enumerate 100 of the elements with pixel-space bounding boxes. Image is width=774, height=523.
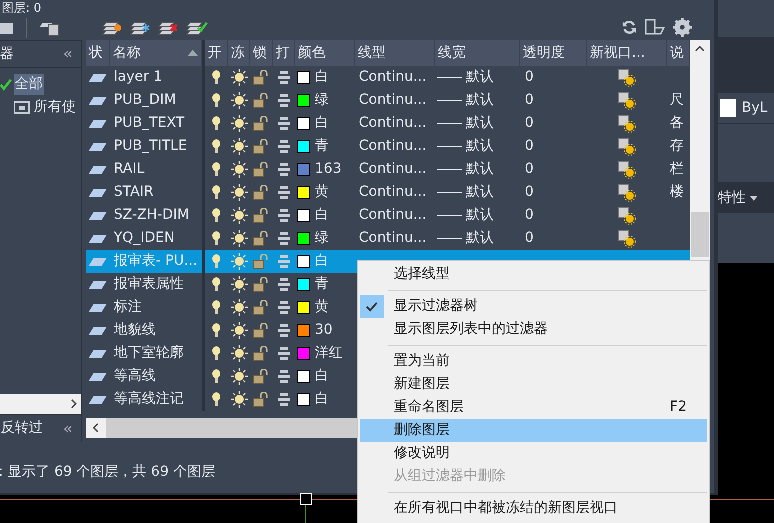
color-swatch[interactable] (297, 278, 310, 291)
printer-icon[interactable] (278, 71, 290, 84)
sun-icon[interactable] (230, 92, 248, 109)
color-swatch[interactable] (297, 117, 310, 130)
color-swatch[interactable] (297, 324, 310, 337)
lightbulb-icon[interactable] (212, 323, 221, 338)
printer-icon[interactable] (278, 347, 290, 360)
scroll-thumb[interactable] (691, 212, 709, 257)
sun-icon[interactable] (230, 368, 248, 385)
menu-item[interactable]: 选择线型 (360, 263, 707, 286)
color-swatch[interactable] (297, 347, 310, 360)
printer-icon[interactable] (278, 140, 290, 153)
open-padlock-icon[interactable] (253, 368, 270, 384)
menu-item[interactable]: 置为当前 (360, 350, 707, 373)
color-swatch[interactable] (297, 255, 310, 268)
viewport-sun-icon[interactable] (618, 184, 636, 202)
open-padlock-icon[interactable] (253, 392, 270, 408)
viewport-sun-icon[interactable] (618, 230, 636, 248)
lightbulb-icon[interactable] (212, 369, 221, 384)
column-header[interactable]: 开 (205, 40, 228, 66)
sun-icon[interactable] (230, 276, 248, 293)
printer-icon[interactable] (278, 278, 290, 291)
lightbulb-icon[interactable] (212, 139, 221, 154)
tree-item[interactable]: 所有使 (34, 97, 76, 118)
open-padlock-icon[interactable] (253, 208, 270, 224)
open-padlock-icon[interactable] (253, 346, 270, 362)
properties-row[interactable]: ByL (718, 93, 774, 123)
menu-item[interactable]: 修改说明 (360, 442, 707, 465)
lightbulb-icon[interactable] (212, 116, 221, 131)
sun-icon[interactable] (230, 69, 248, 86)
printer-icon[interactable] (278, 370, 290, 383)
open-padlock-icon[interactable] (253, 184, 270, 200)
color-swatch[interactable] (297, 186, 310, 199)
viewport-sun-icon[interactable] (618, 114, 636, 132)
column-header[interactable]: 锁 (250, 40, 273, 66)
menu-item[interactable]: 重命名图层 F2 (360, 396, 707, 419)
menu-item[interactable]: 显示图层列表中的过滤器 (360, 318, 707, 341)
horizontal-scrollbar[interactable] (0, 394, 81, 414)
lightbulb-icon[interactable] (212, 277, 221, 292)
refresh-icon[interactable] (622, 20, 637, 35)
column-header[interactable]: 冻 (228, 40, 250, 66)
printer-icon[interactable] (278, 117, 290, 130)
sun-icon[interactable] (230, 391, 248, 408)
color-swatch[interactable] (297, 301, 310, 314)
collapse-button[interactable]: « (63, 416, 73, 440)
sun-icon[interactable] (230, 161, 248, 178)
printer-icon[interactable] (278, 232, 290, 245)
column-header[interactable]: 打 (273, 40, 295, 66)
column-header[interactable]: 状 (86, 40, 110, 66)
collapse-button[interactable]: « (63, 42, 73, 66)
printer-icon[interactable] (278, 186, 290, 199)
open-padlock-icon[interactable] (253, 92, 270, 108)
viewport-sun-icon[interactable] (618, 206, 636, 224)
column-header[interactable]: 说 (667, 40, 690, 66)
sun-icon[interactable] (230, 230, 248, 247)
color-swatch[interactable] (297, 370, 310, 383)
lightbulb-icon[interactable] (212, 231, 221, 246)
column-header[interactable]: 新视口... (587, 40, 667, 66)
lightbulb-icon[interactable] (212, 93, 221, 108)
column-header[interactable]: 线宽 (435, 40, 520, 66)
menu-item[interactable]: 显示过滤器树 (360, 295, 707, 318)
sun-icon[interactable] (230, 345, 248, 362)
color-swatch[interactable] (297, 140, 310, 153)
open-padlock-icon[interactable] (253, 70, 270, 86)
printer-icon[interactable] (278, 301, 290, 314)
sun-icon[interactable] (230, 299, 248, 316)
column-header[interactable]: 颜色 (295, 40, 355, 66)
viewport-sun-icon[interactable] (618, 68, 636, 86)
printer-icon[interactable] (278, 163, 290, 176)
viewport-sun-icon[interactable] (618, 138, 636, 156)
sun-icon[interactable] (230, 207, 248, 224)
lightbulb-icon[interactable] (212, 346, 221, 361)
lightbulb-icon[interactable] (212, 300, 221, 315)
printer-icon[interactable] (278, 209, 290, 222)
open-padlock-icon[interactable] (253, 116, 270, 132)
menu-item[interactable]: 新建图层 (360, 373, 707, 396)
printer-icon[interactable] (278, 393, 290, 406)
printer-icon[interactable] (278, 94, 290, 107)
lightbulb-icon[interactable] (212, 392, 221, 407)
sun-icon[interactable] (230, 184, 248, 201)
menu-item[interactable]: 在所有视口中都被冻结的新图层视口 (360, 497, 707, 520)
color-swatch[interactable] (297, 71, 310, 84)
sun-icon[interactable] (230, 322, 248, 339)
color-swatch[interactable] (297, 393, 310, 406)
invert-filter-label[interactable]: 反转过 (0, 418, 43, 439)
lightbulb-icon[interactable] (212, 185, 221, 200)
color-swatch[interactable] (297, 94, 310, 107)
column-header[interactable]: 透明度 (520, 40, 587, 66)
open-padlock-icon[interactable] (253, 162, 270, 178)
open-padlock-icon[interactable] (253, 138, 270, 154)
menu-item[interactable]: 删除图层 (360, 419, 707, 442)
printer-icon[interactable] (278, 324, 290, 337)
viewport-sun-icon[interactable] (618, 92, 636, 110)
color-swatch[interactable] (297, 232, 310, 245)
lightbulb-icon[interactable] (212, 208, 221, 223)
column-header[interactable]: 线型 (355, 40, 435, 66)
open-padlock-icon[interactable] (253, 300, 270, 316)
properties-header[interactable]: 特性 (718, 183, 774, 213)
column-header[interactable]: 名称 (110, 40, 202, 66)
sun-icon[interactable] (230, 115, 248, 132)
